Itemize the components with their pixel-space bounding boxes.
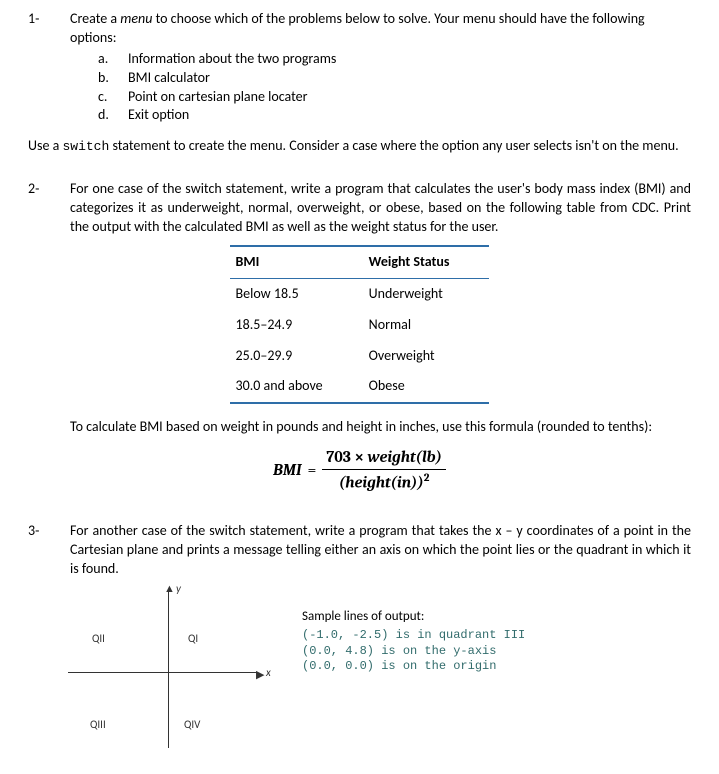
cell-status-3: Obese bbox=[363, 371, 490, 403]
q1-text-d: Exit option bbox=[128, 106, 189, 125]
bmi-th-bmi: BMI bbox=[230, 246, 363, 278]
q1-item-d: d. Exit option bbox=[98, 106, 691, 125]
quadrant-1-label: QI bbox=[188, 632, 198, 647]
cartesian-plane-diagram: ▲ ▶ x y QI QII QIII QIV bbox=[58, 584, 278, 754]
table-row: 18.5–24.9 Normal bbox=[230, 310, 490, 341]
cell-status-2: Overweight bbox=[363, 341, 490, 372]
cell-status-1: Normal bbox=[363, 310, 490, 341]
cell-bmi-1: 18.5–24.9 bbox=[230, 310, 363, 341]
sample-output-lines: (-1.0, -2.5) is in quadrant III (0.0, 4.… bbox=[302, 628, 525, 675]
q1-letter-b: b. bbox=[98, 69, 116, 88]
formula-num-a: 703 × bbox=[326, 448, 367, 466]
formula-lhs: BMI bbox=[273, 460, 301, 482]
q1-use-b: statement to create the menu. Consider a… bbox=[109, 137, 678, 154]
q3-intro: For another case of the switch statement… bbox=[70, 522, 691, 579]
sample-output-title: Sample lines of output: bbox=[302, 608, 525, 626]
formula-den-a: (height(in)) bbox=[339, 473, 424, 491]
q1-number: 1- bbox=[28, 10, 56, 131]
q1-text-c: Point on cartesian plane locater bbox=[128, 88, 307, 107]
q1-intro-b: to choose which of the problems below to… bbox=[70, 10, 645, 46]
switch-keyword: switch bbox=[62, 139, 109, 154]
y-axis-label: y bbox=[176, 582, 181, 597]
table-row: 30.0 and above Obese bbox=[230, 371, 490, 403]
quadrant-4-label: QIV bbox=[184, 718, 200, 733]
y-axis-line bbox=[168, 590, 169, 748]
q1-use-a: Use a bbox=[28, 137, 62, 154]
q3-number: 3- bbox=[28, 522, 56, 579]
sample-output-block: Sample lines of output: (-1.0, -2.5) is … bbox=[302, 584, 525, 674]
formula-eq: = bbox=[307, 460, 316, 482]
bmi-formula: BMI = 703 × weight(lb) (height(in))2 bbox=[28, 447, 691, 494]
q1-item-b: b. BMI calculator bbox=[98, 69, 691, 88]
q1-body: Create a menu to choose which of the pro… bbox=[70, 10, 691, 131]
q1-item-c: c. Point on cartesian plane locater bbox=[98, 88, 691, 107]
table-row: Below 18.5 Underweight bbox=[230, 278, 490, 309]
quadrant-2-label: QII bbox=[92, 632, 105, 647]
cell-bmi-3: 30.0 and above bbox=[230, 371, 363, 403]
q1-text-a: Information about the two programs bbox=[128, 50, 336, 69]
cell-status-0: Underweight bbox=[363, 278, 490, 309]
q1-switch-paragraph: Use a switch statement to create the men… bbox=[28, 137, 691, 156]
formula-den-exp: 2 bbox=[424, 471, 430, 484]
cell-bmi-0: Below 18.5 bbox=[230, 278, 363, 309]
quadrant-3-label: QIII bbox=[90, 718, 106, 733]
q2-calc-intro: To calculate BMI based on weight in poun… bbox=[70, 418, 691, 437]
q1-letter-d: d. bbox=[98, 106, 116, 125]
x-axis-label: x bbox=[266, 666, 271, 681]
q1-intro-a: Create a bbox=[70, 10, 120, 27]
q1-text-b: BMI calculator bbox=[128, 69, 210, 88]
table-row: 25.0–29.9 Overweight bbox=[230, 341, 490, 372]
x-axis-line bbox=[68, 672, 258, 673]
q2-number: 2- bbox=[28, 180, 56, 237]
formula-num-b: weight(lb) bbox=[367, 448, 442, 466]
q1-item-a: a. Information about the two programs bbox=[98, 50, 691, 69]
bmi-table: BMI Weight Status Below 18.5 Underweight… bbox=[230, 245, 490, 404]
q1-letter-a: a. bbox=[98, 50, 116, 69]
q1-letter-c: c. bbox=[98, 88, 116, 107]
cell-bmi-2: 25.0–29.9 bbox=[230, 341, 363, 372]
bmi-th-status: Weight Status bbox=[363, 246, 490, 278]
right-arrow-icon: ▶ bbox=[256, 668, 264, 683]
up-arrow-icon: ▲ bbox=[164, 582, 175, 597]
q2-intro: For one case of the switch statement, wr… bbox=[70, 180, 691, 237]
menu-keyword: menu bbox=[120, 10, 152, 27]
